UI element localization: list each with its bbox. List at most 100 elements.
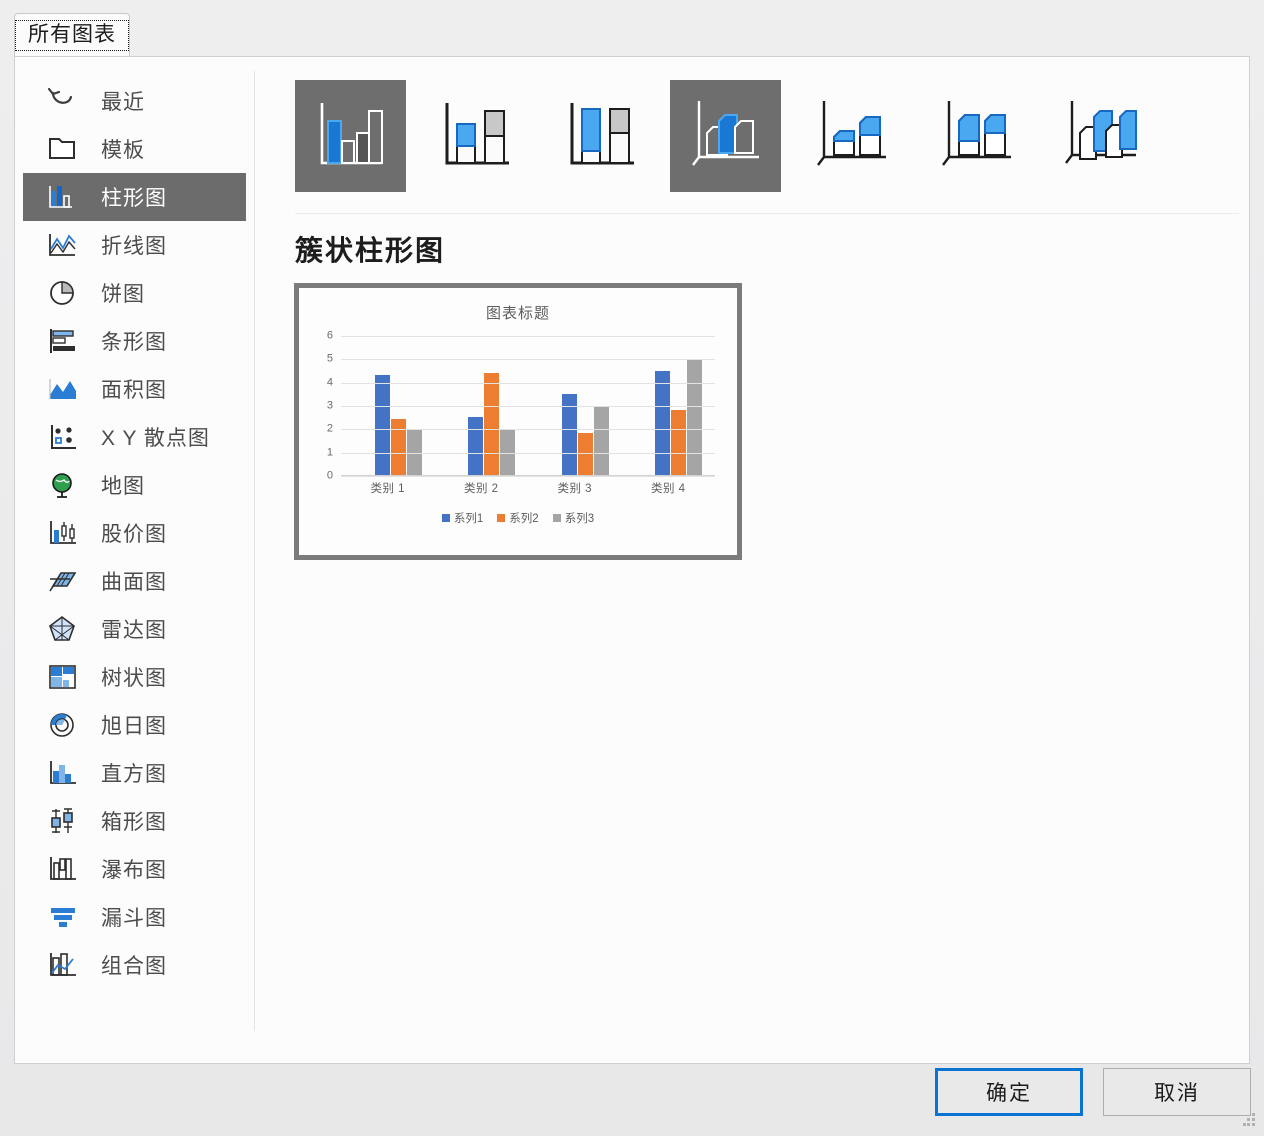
sidebar-item-label: 漏斗图 [101, 902, 167, 932]
surface-chart-icon [41, 561, 85, 601]
sidebar-item-line-chart[interactable]: 折线图 [23, 221, 246, 269]
chart-bar [391, 419, 406, 475]
chart-y-tick-label: 3 [327, 401, 333, 412]
histogram-chart-icon [41, 753, 85, 793]
chart-gridline: 3 [341, 406, 715, 407]
chart-gridline: 4 [341, 383, 715, 384]
sidebar-item-label: 面积图 [101, 374, 167, 404]
radar-chart-icon [41, 609, 85, 649]
sidebar-item-label: 饼图 [101, 278, 145, 308]
chart-bar [578, 433, 593, 475]
tab-strip: 所有图表 [14, 13, 1250, 57]
chart-legend-label: 系列3 [565, 510, 594, 526]
chart-bar [594, 406, 609, 476]
sidebar-item-scatter-chart[interactable]: X Y 散点图 [23, 413, 246, 461]
sidebar-item-stock-chart[interactable]: 股价图 [23, 509, 246, 557]
sidebar-item-label: 模板 [101, 134, 145, 164]
chart-category-labels: 类别 1类别 2类别 3类别 4 [341, 480, 715, 496]
sidebar-item-boxplot-chart[interactable]: 箱形图 [23, 797, 246, 845]
sidebar-item-label: 柱形图 [101, 182, 167, 212]
chart-legend-swatch [497, 514, 505, 522]
sidebar-item-pie-chart[interactable]: 饼图 [23, 269, 246, 317]
dialog-body: 最近模板柱形图折线图饼图条形图面积图 X Y 散点图地图股价图曲面图雷达图树状图旭… [14, 56, 1250, 1064]
treemap-chart-icon [41, 657, 85, 697]
chart-legend-swatch [442, 514, 450, 522]
tab-all-charts[interactable]: 所有图表 [14, 13, 130, 57]
thumbnail-3d-stacked-column[interactable] [795, 80, 906, 192]
chart-category-label: 类别 1 [341, 480, 435, 496]
sidebar-item-surface-chart[interactable]: 曲面图 [23, 557, 246, 605]
sidebar-item-sunburst-chart[interactable]: 旭日图 [23, 701, 246, 749]
sidebar-item-radar-chart[interactable]: 雷达图 [23, 605, 246, 653]
sidebar-item-label: 股价图 [101, 518, 167, 548]
chart-category-label: 类别 3 [528, 480, 622, 496]
sidebar-item-column-chart[interactable]: 柱形图 [23, 173, 246, 221]
chart-preview-frame[interactable]: 图表标题 6 5 4 3 2 1 0 类别 1类别 2类别 3类别 4 系列1 系列2 系列3 [294, 283, 742, 560]
sidebar-item-area-chart[interactable]: 面积图 [23, 365, 246, 413]
thumbnail-100-percent-stacked-column[interactable] [545, 80, 656, 192]
funnel-chart-icon [41, 897, 85, 937]
thumbnail-clustered-column[interactable] [295, 80, 406, 192]
sidebar-item-waterfall-chart[interactable]: 瀑布图 [23, 845, 246, 893]
chart-gridline: 2 [341, 429, 715, 430]
chart-gridline: 5 [341, 359, 715, 360]
sidebar-item-label: 旭日图 [101, 710, 167, 740]
chart-y-tick-label: 1 [327, 447, 333, 458]
thumbnail-3d-100-percent-stacked-column[interactable] [920, 80, 1031, 192]
thumbnail-stacked-column[interactable] [420, 80, 531, 192]
chart-category-label: 类别 4 [622, 480, 716, 496]
sidebar-item-label: 条形图 [101, 326, 167, 356]
preview-title: 簇状柱形图 [295, 229, 445, 269]
bar-chart-icon [41, 321, 85, 361]
chart-plot-area: 6 5 4 3 2 1 0 [341, 336, 715, 476]
chart-bar [655, 371, 670, 475]
chart-gridline: 6 [341, 336, 715, 337]
chart-legend: 系列1 系列2 系列3 [299, 510, 737, 526]
chart-y-tick-label: 4 [327, 377, 333, 388]
chart-legend-label: 系列2 [509, 510, 538, 526]
chart-title: 图表标题 [299, 302, 737, 323]
sidebar-item-treemap-chart[interactable]: 树状图 [23, 653, 246, 701]
waterfall-chart-icon [41, 849, 85, 889]
sidebar-item-histogram-chart[interactable]: 直方图 [23, 749, 246, 797]
chart-preview: 图表标题 6 5 4 3 2 1 0 类别 1类别 2类别 3类别 4 系列1 系列2 系列3 [299, 288, 737, 555]
cancel-button[interactable]: 取消 [1103, 1068, 1251, 1116]
map-chart-icon [41, 465, 85, 505]
boxplot-chart-icon [41, 801, 85, 841]
dialog-footer: 确定 取消 [0, 1068, 1264, 1136]
chart-gridline: 0 [341, 476, 715, 477]
sidebar-item-recent[interactable]: 最近 [23, 77, 246, 125]
ok-button[interactable]: 确定 [935, 1068, 1083, 1116]
sidebar-item-label: 最近 [101, 86, 145, 116]
sidebar-item-map-chart[interactable]: 地图 [23, 461, 246, 509]
chart-gridline: 1 [341, 453, 715, 454]
chart-subtype-thumbnails [295, 80, 1156, 192]
chart-category-sidebar: 最近模板柱形图折线图饼图条形图面积图 X Y 散点图地图股价图曲面图雷达图树状图旭… [15, 57, 254, 1063]
sidebar-item-label: 曲面图 [101, 566, 167, 596]
chart-legend-label: 系列1 [454, 510, 483, 526]
sidebar-item-label: 箱形图 [101, 806, 167, 836]
scatter-chart-icon [41, 417, 85, 457]
chart-bar [484, 373, 499, 475]
stock-chart-icon [41, 513, 85, 553]
chart-bar [468, 417, 483, 475]
column-chart-icon [41, 177, 85, 217]
resize-grip[interactable] [1243, 1113, 1257, 1127]
chart-legend-item: 系列2 [497, 510, 538, 526]
sidebar-item-label: 地图 [101, 470, 145, 500]
combo-chart-icon [41, 945, 85, 985]
sidebar-item-label: 树状图 [101, 662, 167, 692]
sunburst-chart-icon [41, 705, 85, 745]
chart-category-label: 类别 2 [435, 480, 529, 496]
sidebar-item-bar-chart[interactable]: 条形图 [23, 317, 246, 365]
chart-type-dialog: 所有图表 最近模板柱形图折线图饼图条形图面积图 X Y 散点图地图股价图曲面图雷达… [0, 0, 1264, 1136]
sidebar-item-funnel-chart[interactable]: 漏斗图 [23, 893, 246, 941]
thumbnail-3d-clustered-column[interactable] [670, 80, 781, 192]
area-chart-icon [41, 369, 85, 409]
sidebar-item-combo-chart[interactable]: 组合图 [23, 941, 246, 989]
line-chart-icon [41, 225, 85, 265]
template-icon [41, 129, 85, 169]
thumbnail-3d-column[interactable] [1045, 80, 1156, 192]
sidebar-item-template[interactable]: 模板 [23, 125, 246, 173]
chart-y-tick-label: 0 [327, 471, 333, 482]
